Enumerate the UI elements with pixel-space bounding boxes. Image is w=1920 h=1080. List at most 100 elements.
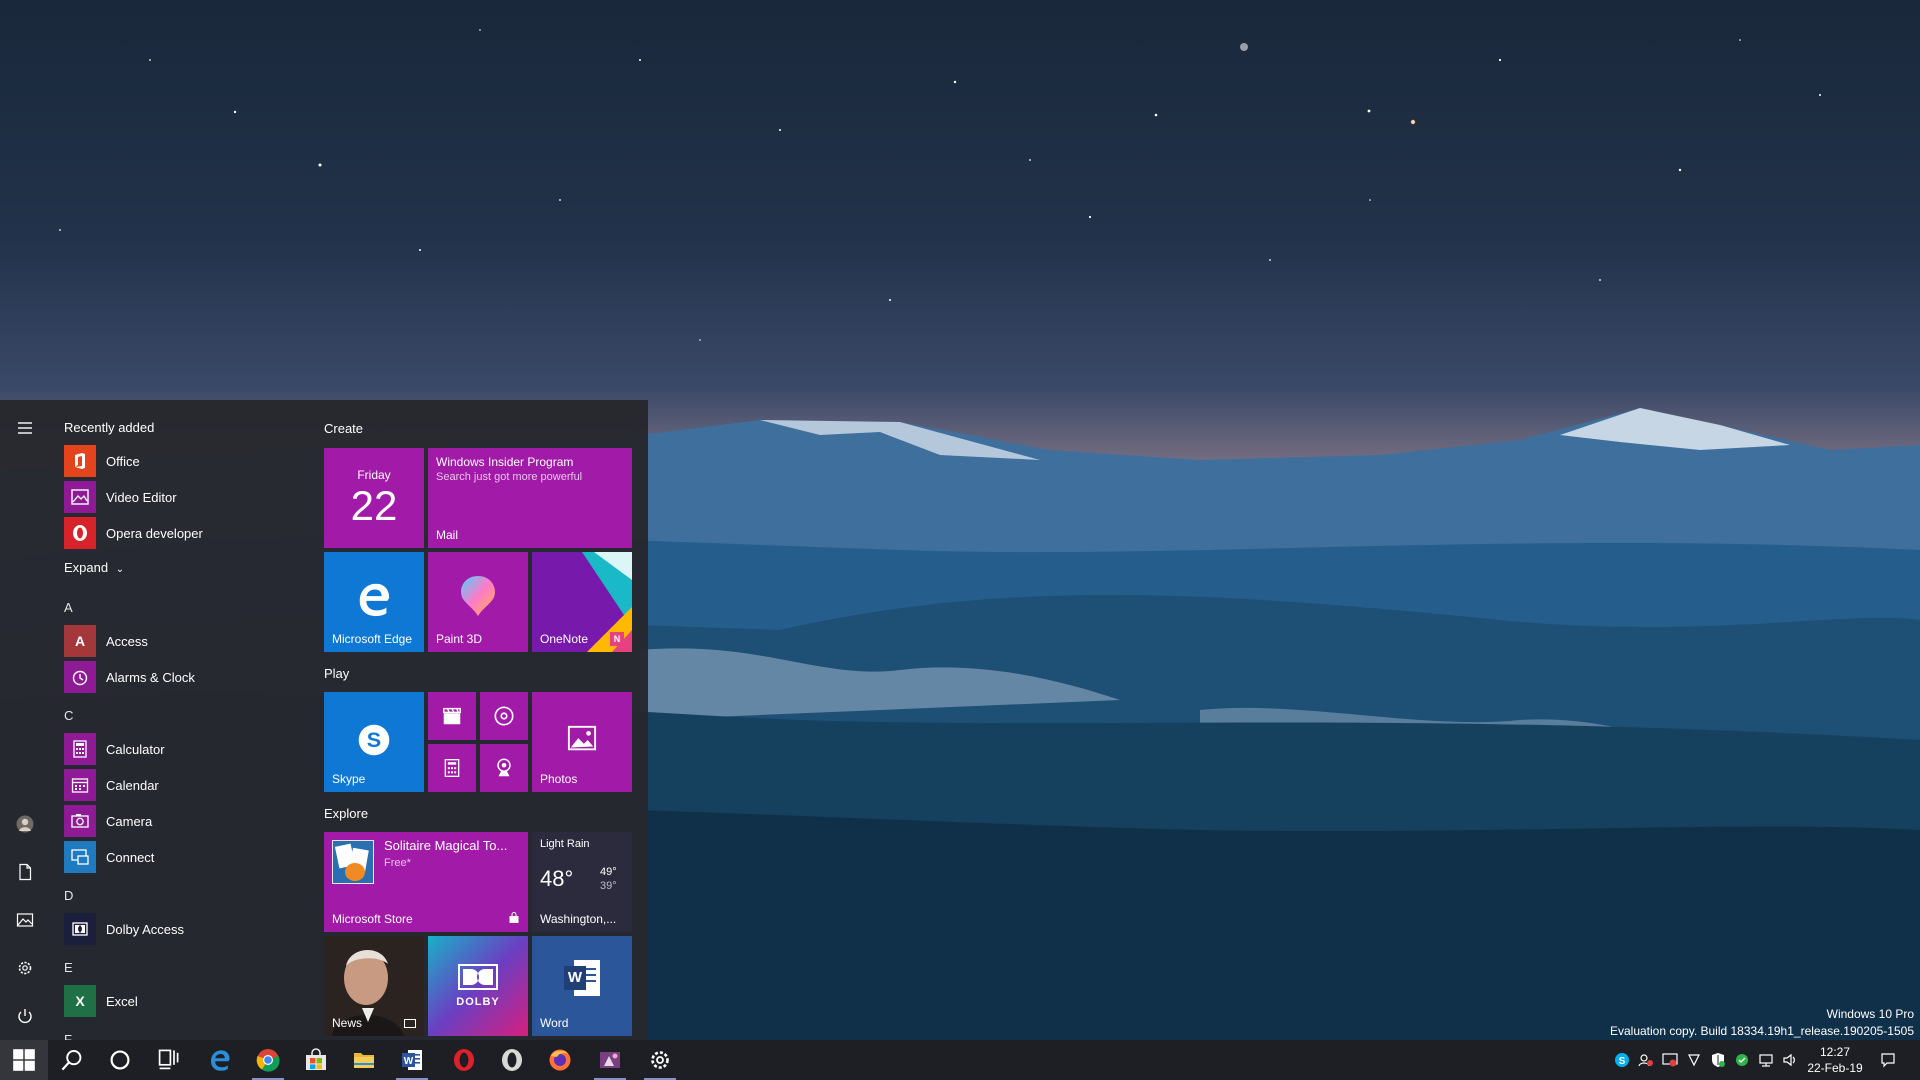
app-item-calendar[interactable]: Calendar [64, 768, 294, 802]
taskbar-word-button[interactable]: W [388, 1040, 436, 1080]
app-label: Camera [106, 813, 153, 829]
tray-people[interactable] [1634, 1040, 1658, 1080]
calendar-icon [64, 769, 96, 801]
microsoft-store-tile[interactable]: Solitaire Magical To... Free* Microsoft … [324, 832, 528, 932]
app-list: Recently added Office Video Editor Opera… [50, 400, 310, 1040]
start-rail [0, 400, 50, 1040]
taskbar-settings-button[interactable] [636, 1040, 684, 1080]
app-item-opera-developer[interactable]: Opera developer [64, 516, 294, 550]
cortana-button[interactable] [96, 1040, 144, 1080]
news-label: News [332, 1016, 363, 1030]
document-icon [19, 863, 32, 881]
power-button[interactable] [0, 996, 50, 1036]
app-item-dolby-access[interactable]: Dolby Access [64, 912, 294, 946]
pictures-button[interactable] [0, 900, 50, 940]
watermark-edition: Windows 10 Pro [1826, 1007, 1914, 1021]
opera-icon [454, 1049, 474, 1071]
tray-network-status[interactable] [1658, 1040, 1682, 1080]
word-tile[interactable]: W Word [532, 936, 632, 1036]
letter-header-c[interactable]: C [64, 708, 73, 723]
app-item-alarms-clock[interactable]: Alarms & Clock [64, 660, 294, 694]
task-view-button[interactable] [144, 1040, 192, 1080]
news-tile[interactable]: News [324, 936, 424, 1036]
groove-music-tile[interactable] [480, 692, 528, 740]
app-label: Alarms & Clock [106, 669, 195, 685]
settings-button[interactable] [0, 948, 50, 988]
app-label: Access [106, 633, 148, 649]
edge-label: Microsoft Edge [332, 632, 413, 646]
skype-tile[interactable]: S Skype [324, 692, 424, 792]
app-item-access[interactable]: A Access [64, 624, 294, 658]
taskbar-paint3d-button[interactable] [586, 1040, 634, 1080]
calendar-date: 22 [350, 482, 398, 529]
tray-defender[interactable] [1706, 1040, 1730, 1080]
dolby-icon [64, 913, 96, 945]
camera-tile[interactable] [480, 744, 528, 792]
expand-button[interactable]: Expand ⌄ [64, 560, 124, 575]
onenote-tile[interactable]: N OneNote [532, 552, 632, 652]
edge-tile[interactable]: Microsoft Edge [324, 552, 424, 652]
taskbar-clock[interactable]: 12:27 22-Feb-19 [1800, 1044, 1870, 1076]
app-label: Video Editor [106, 489, 177, 505]
paint3d-label: Paint 3D [436, 632, 483, 646]
weather-tile[interactable]: Light Rain 48° 49° 39° Washington,... [532, 832, 632, 932]
taskbar-opera-button[interactable] [440, 1040, 488, 1080]
documents-button[interactable] [0, 852, 50, 892]
weather-high: 49° [600, 866, 617, 878]
app-item-calculator[interactable]: Calculator [64, 732, 294, 766]
movies-tv-tile[interactable] [428, 692, 476, 740]
action-center-button[interactable] [1876, 1040, 1900, 1080]
music-disc-icon [494, 706, 514, 726]
app-item-camera[interactable]: Camera [64, 804, 294, 838]
store-app-price: Free* [384, 857, 411, 869]
photos-label: Photos [540, 772, 578, 786]
dolby-tile[interactable]: DOLBY [428, 936, 528, 1036]
weather-temp: 48° [540, 866, 574, 891]
expand-label: Expand [64, 560, 109, 575]
tray-volume[interactable] [1778, 1040, 1802, 1080]
clock-date: 22-Feb-19 [1807, 1061, 1863, 1075]
notification-icon [1881, 1053, 1895, 1068]
app-item-office[interactable]: Office [64, 444, 294, 478]
app-item-excel[interactable]: X Excel [64, 984, 294, 1018]
group-label-explore: Explore [324, 806, 369, 821]
user-account-button[interactable] [0, 804, 50, 844]
start-button[interactable] [0, 1040, 48, 1080]
paint3d-tile[interactable]: Paint 3D [428, 552, 528, 652]
tray-network[interactable] [1754, 1040, 1778, 1080]
taskbar-firefox-button[interactable] [536, 1040, 584, 1080]
mail-tile[interactable]: Windows Insider Program Search just got … [428, 448, 632, 548]
taskbar-file-explorer-button[interactable] [340, 1040, 388, 1080]
watermark-build: Evaluation copy. Build 18334.19h1_releas… [1609, 1024, 1914, 1038]
taskbar-store-button[interactable] [292, 1040, 340, 1080]
store-bag-icon [306, 1048, 326, 1070]
taskbar-edge-button[interactable] [196, 1040, 244, 1080]
hamburger-menu-button[interactable] [0, 408, 50, 448]
letter-header-e[interactable]: E [64, 960, 73, 975]
letter-header-a[interactable]: A [64, 600, 73, 615]
letter-header-f[interactable]: F [64, 1032, 72, 1040]
chrome-icon [256, 1049, 280, 1072]
calendar-tile[interactable]: Friday 22 [324, 448, 424, 548]
app-label: Connect [106, 849, 155, 865]
tray-skype[interactable]: S [1610, 1040, 1634, 1080]
opera-developer-icon [502, 1049, 522, 1071]
app-label: Excel [106, 993, 138, 1009]
dolby-logo-icon [458, 964, 498, 990]
calculator-tile[interactable] [428, 744, 476, 792]
onenote-label: OneNote [540, 632, 589, 646]
cortana-icon [110, 1050, 130, 1070]
taskbar-opera-developer-button[interactable] [488, 1040, 536, 1080]
svg-text:S: S [1619, 1056, 1626, 1067]
clock-time: 12:27 [1819, 1045, 1851, 1059]
taskbar-chrome-button[interactable] [244, 1040, 292, 1080]
group-label-create: Create [324, 421, 364, 436]
dolby-wordmark: DOLBY [456, 996, 500, 1008]
app-item-video-editor[interactable]: Video Editor [64, 480, 294, 514]
photos-tile[interactable]: Photos [532, 692, 632, 792]
app-item-connect[interactable]: Connect [64, 840, 294, 874]
tray-onedrive[interactable] [1730, 1040, 1754, 1080]
tray-app-helper[interactable] [1682, 1040, 1706, 1080]
letter-header-d[interactable]: D [64, 888, 73, 903]
search-button[interactable] [48, 1040, 96, 1080]
